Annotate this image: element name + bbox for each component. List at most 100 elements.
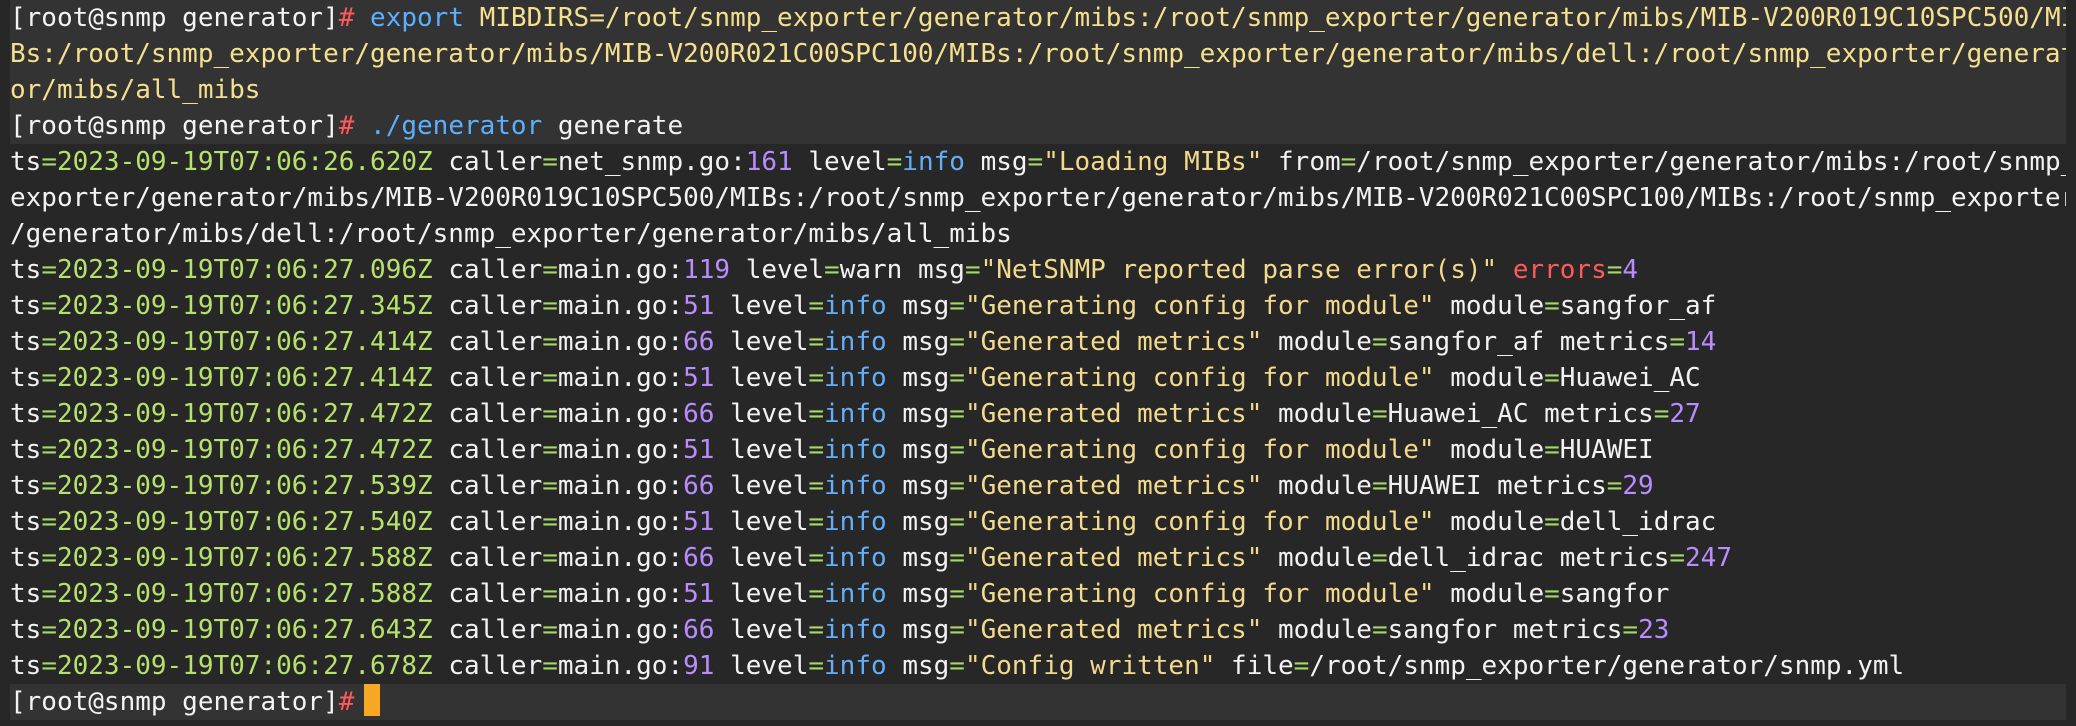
log-caller-file: main.go	[557, 435, 668, 465]
key-msg: msg	[902, 435, 950, 465]
log-level: info	[824, 507, 887, 537]
key-level: level	[730, 327, 809, 357]
log-module-name: Huawei_AC	[1387, 399, 1529, 429]
log-caller-line: 66	[683, 543, 715, 573]
log-line-module: ts=2023-09-19T07:06:27.472Z caller=main.…	[10, 435, 1654, 465]
log-message: "Loading MIBs"	[1043, 147, 1263, 177]
log-message: "Generated metrics"	[964, 471, 1263, 501]
key-ts: ts	[10, 471, 42, 501]
key-level: level	[808, 147, 887, 177]
key-module: module	[1450, 579, 1545, 609]
log-level: info	[824, 615, 887, 645]
log-module-name: sangfor_af	[1387, 327, 1545, 357]
prompt-symbol: #	[338, 3, 355, 33]
log-line-module: ts=2023-09-19T07:06:27.414Z caller=main.…	[10, 327, 1717, 357]
log-caller-file: main.go	[557, 615, 668, 645]
key-ts: ts	[10, 147, 42, 177]
log-message: "Generating config for module"	[964, 435, 1435, 465]
text-cursor[interactable]	[364, 684, 381, 716]
key-ts: ts	[10, 399, 42, 429]
log-timestamp: 2023-09-19T07:06:27.414Z	[56, 363, 433, 393]
key-ts: ts	[10, 291, 42, 321]
key-module: module	[1278, 543, 1372, 573]
prompt-symbol: #	[338, 687, 355, 717]
log-level: info	[824, 363, 887, 393]
log-module-name: sangfor_af	[1559, 291, 1717, 321]
log-from-path-cont: /generator/mibs/dell:/root/snmp_exporter…	[10, 219, 1012, 249]
log-timestamp: 2023-09-19T07:06:26.620Z	[56, 147, 433, 177]
log-caller-file: main.go	[557, 255, 668, 285]
key-caller: caller	[448, 543, 543, 573]
shell-prompt: [root@snmp generator]	[10, 687, 339, 717]
key-file: file	[1231, 651, 1294, 681]
key-msg: msg	[902, 291, 950, 321]
export-command: export	[370, 3, 464, 33]
key-caller: caller	[448, 471, 543, 501]
key-msg: msg	[902, 651, 950, 681]
log-timestamp: 2023-09-19T07:06:27.539Z	[56, 471, 433, 501]
log-line-module: ts=2023-09-19T07:06:27.540Z caller=main.…	[10, 507, 1717, 537]
key-msg: msg	[902, 615, 950, 645]
log-message: "Generated metrics"	[964, 543, 1263, 573]
log-level: info	[902, 147, 965, 177]
log-level: info	[824, 471, 887, 501]
key-caller: caller	[448, 579, 543, 609]
log-message: "NetSNMP reported parse error(s)"	[980, 255, 1498, 285]
command-line-current[interactable]: [root@snmp generator]#	[10, 684, 2066, 720]
log-module-name: Huawei_AC	[1559, 363, 1701, 393]
log-message: "Generated metrics"	[964, 399, 1263, 429]
key-ts: ts	[10, 543, 42, 573]
log-line-module: ts=2023-09-19T07:06:27.414Z caller=main.…	[10, 363, 1701, 393]
generator-argument: generate	[557, 111, 684, 141]
log-caller-line: 161	[745, 147, 793, 177]
key-module: module	[1450, 363, 1545, 393]
log-line-warn: ts=2023-09-19T07:06:27.096Z caller=main.…	[10, 255, 1639, 285]
log-line-module: ts=2023-09-19T07:06:27.588Z caller=main.…	[10, 579, 1670, 609]
log-message: "Generating config for module"	[964, 507, 1435, 537]
key-ts: ts	[10, 579, 42, 609]
log-caller-file: main.go	[557, 291, 668, 321]
key-module: module	[1450, 507, 1545, 537]
log-message: "Config written"	[964, 651, 1216, 681]
log-timestamp: 2023-09-19T07:06:27.643Z	[56, 615, 433, 645]
key-module: module	[1278, 615, 1372, 645]
key-ts: ts	[10, 615, 42, 645]
command-line-export: [root@snmp generator]# export MIBDIRS=/r…	[10, 0, 2066, 36]
export-argument-cont: or/mibs/all_mibs	[10, 75, 261, 105]
key-msg: msg	[902, 471, 950, 501]
log-line-loading: ts=2023-09-19T07:06:26.620Z caller=net_s…	[10, 144, 2066, 180]
key-msg: msg	[902, 399, 950, 429]
log-caller-file: net_snmp.go	[557, 147, 731, 177]
log-metrics-count: 27	[1669, 399, 1701, 429]
key-module: module	[1450, 435, 1545, 465]
generator-command: ./generator	[370, 111, 543, 141]
log-caller-file: main.go	[557, 507, 668, 537]
terminal-window[interactable]: [root@snmp generator]# export MIBDIRS=/r…	[0, 0, 2076, 726]
key-level: level	[730, 471, 809, 501]
log-errors-count: 4	[1622, 255, 1639, 285]
log-caller-line: 91	[683, 651, 715, 681]
log-message: "Generating config for module"	[964, 363, 1435, 393]
key-ts: ts	[10, 327, 42, 357]
key-caller: caller	[448, 255, 543, 285]
key-caller: caller	[448, 435, 543, 465]
log-caller-file: main.go	[557, 579, 668, 609]
key-msg: msg	[902, 543, 950, 573]
command-line-generate: [root@snmp generator]# ./generator gener…	[10, 108, 2066, 144]
key-level: level	[730, 579, 809, 609]
key-module: module	[1278, 399, 1372, 429]
key-caller: caller	[448, 147, 543, 177]
log-module-name: dell_idrac	[1559, 507, 1717, 537]
log-timestamp: 2023-09-19T07:06:27.472Z	[56, 399, 433, 429]
log-module-name: sangfor	[1387, 615, 1498, 645]
key-msg: msg	[902, 363, 950, 393]
key-msg: msg	[902, 507, 950, 537]
key-level: level	[730, 363, 809, 393]
log-message: "Generated metrics"	[964, 615, 1263, 645]
log-line-module: ts=2023-09-19T07:06:27.588Z caller=main.…	[10, 543, 1732, 573]
key-level: level	[730, 543, 809, 573]
log-caller-line: 66	[683, 615, 715, 645]
log-timestamp: 2023-09-19T07:06:27.096Z	[56, 255, 433, 285]
log-from-path: /root/snmp_exporter/generator/mibs:/root…	[1356, 147, 2066, 177]
key-ts: ts	[10, 435, 42, 465]
